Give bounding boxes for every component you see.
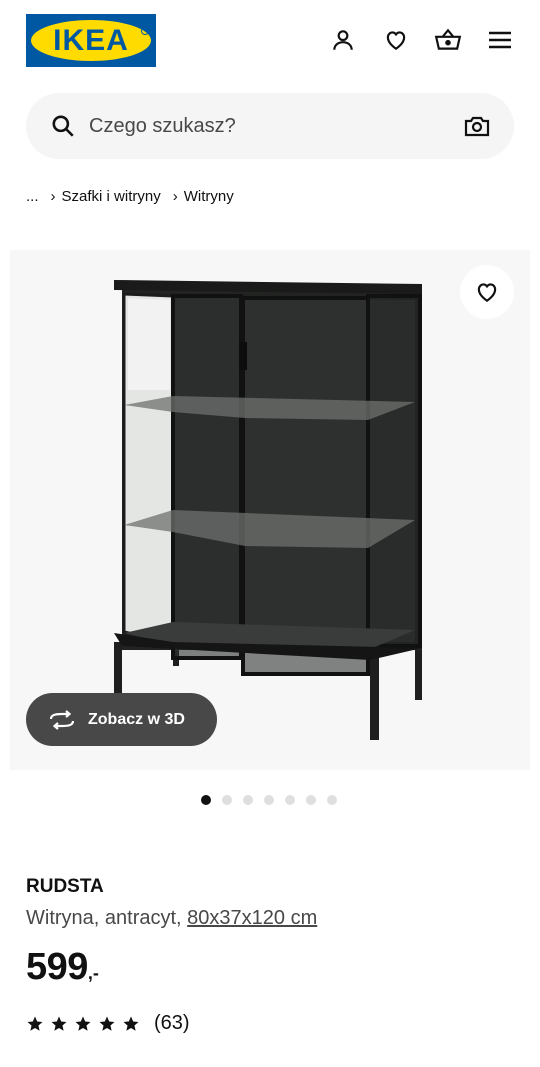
star-icon	[99, 1016, 115, 1031]
basket-icon[interactable]	[432, 24, 464, 56]
gallery-dot[interactable]	[264, 795, 274, 805]
account-icon[interactable]	[327, 24, 359, 56]
gallery-dot[interactable]	[243, 795, 253, 805]
search-input[interactable]	[89, 107, 449, 145]
rotate-3d-icon	[49, 709, 75, 730]
product-name: RUDSTA	[26, 876, 104, 897]
price-integer: 599	[26, 946, 88, 988]
star-icon	[123, 1016, 139, 1031]
breadcrumb-item-szafki[interactable]: Szafki i witryny	[62, 188, 161, 205]
product-price: 599,-	[26, 946, 99, 989]
registered-mark	[141, 27, 149, 35]
gallery-pagination	[201, 795, 337, 805]
product-rating[interactable]: (63)	[26, 1012, 190, 1035]
product-size-link[interactable]: 80x37x120 cm	[187, 907, 317, 929]
gallery-dot[interactable]	[222, 795, 232, 805]
star-icon	[75, 1016, 91, 1031]
product-image	[114, 280, 422, 740]
heart-icon[interactable]	[380, 24, 412, 56]
header: IKEA	[0, 0, 540, 82]
gallery-dot[interactable]	[285, 795, 295, 805]
review-count: (63)	[154, 1012, 190, 1034]
add-to-favourites-button[interactable]	[460, 265, 514, 319]
price-suffix: ,-	[87, 963, 99, 983]
rating-stars	[26, 1015, 140, 1033]
breadcrumb: ... › Szafki i witryny › Witryny	[26, 184, 234, 208]
chevron-right-icon: ›	[50, 187, 56, 205]
gallery-dot[interactable]	[201, 795, 211, 805]
ikea-logo[interactable]: IKEA	[26, 14, 156, 67]
gallery-dot[interactable]	[306, 795, 316, 805]
search-icon[interactable]	[50, 113, 76, 139]
breadcrumb-item-witryny[interactable]: Witryny	[184, 188, 234, 205]
breadcrumb-ellipsis[interactable]: ...	[26, 188, 39, 205]
product-image-gallery[interactable]: Zobacz w 3D	[10, 250, 530, 770]
camera-icon[interactable]	[463, 112, 491, 140]
star-icon	[51, 1016, 67, 1031]
heart-icon	[477, 283, 497, 302]
search-bar[interactable]	[26, 93, 514, 159]
menu-icon[interactable]	[484, 24, 516, 56]
view-3d-label: Zobacz w 3D	[88, 710, 185, 728]
logo-text: IKEA	[53, 24, 129, 57]
chevron-right-icon: ›	[172, 187, 178, 205]
product-type: Witryna, antracyt,	[26, 907, 182, 929]
gallery-dot[interactable]	[327, 795, 337, 805]
star-icon	[27, 1016, 43, 1031]
view-3d-button[interactable]: Zobacz w 3D	[26, 693, 217, 746]
product-description: Witryna, antracyt, 80x37x120 cm	[26, 907, 317, 930]
